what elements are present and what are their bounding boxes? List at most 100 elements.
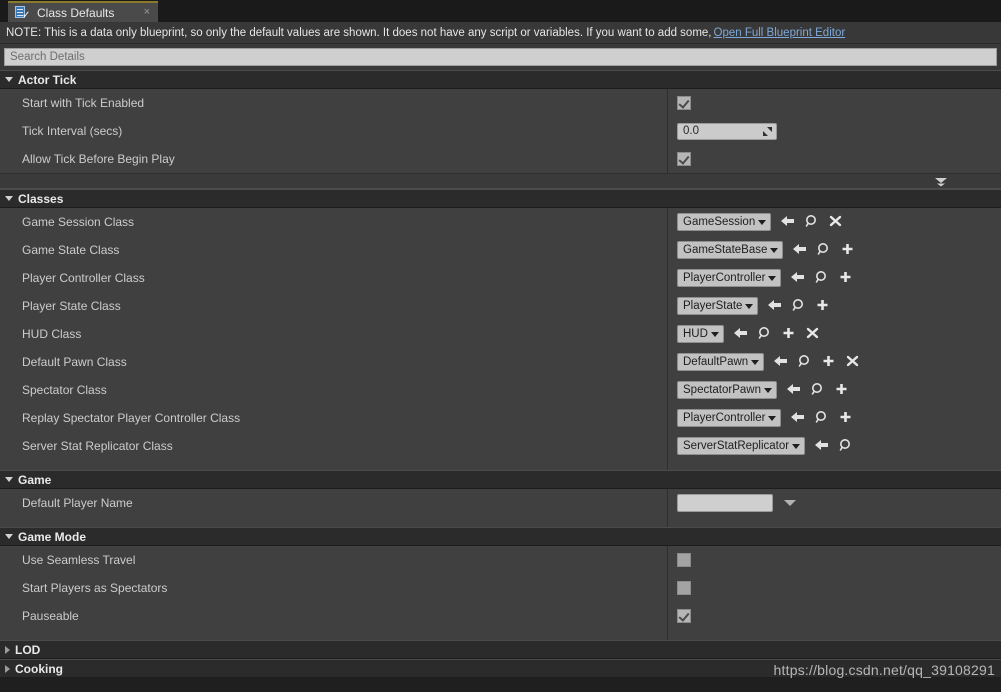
property-value: HUD bbox=[667, 320, 1001, 348]
property-label: Tick Interval (secs) bbox=[22, 124, 123, 138]
property-label: Game Session Class bbox=[22, 215, 135, 229]
section-rows-game-mode: Use Seamless Travel Start Players as Spe… bbox=[0, 546, 1001, 640]
new-icon[interactable] bbox=[781, 326, 796, 342]
player-controller-class-combobox[interactable]: PlayerController bbox=[677, 269, 782, 287]
property-value bbox=[667, 89, 1001, 117]
property-value bbox=[667, 145, 1001, 173]
property-label: Player State Class bbox=[22, 299, 121, 313]
property-label: Start Players as Spectators bbox=[22, 581, 168, 595]
browse-icon[interactable] bbox=[804, 214, 819, 230]
tick-interval-input[interactable]: 0.0 bbox=[677, 122, 777, 140]
section-header-game-mode[interactable]: Game Mode bbox=[0, 527, 1001, 546]
section-title: Game bbox=[18, 472, 52, 487]
hud-class-combobox[interactable]: HUD bbox=[677, 325, 724, 343]
chevron-down-icon bbox=[768, 415, 777, 421]
close-icon[interactable]: × bbox=[142, 7, 152, 18]
game-session-class-combobox[interactable]: GameSession bbox=[677, 213, 772, 231]
use-seamless-travel-checkbox[interactable] bbox=[677, 553, 691, 567]
new-icon[interactable] bbox=[838, 270, 853, 286]
new-icon[interactable] bbox=[815, 298, 830, 314]
property-row: Allow Tick Before Begin Play bbox=[0, 145, 1001, 173]
property-row: Default Player Name bbox=[0, 489, 1001, 517]
section-title: Classes bbox=[18, 191, 64, 206]
back-arrow-icon[interactable] bbox=[767, 298, 782, 314]
tick-interval-value: 0.0 bbox=[683, 125, 699, 137]
double-chevron-down-icon bbox=[934, 176, 948, 187]
new-icon[interactable] bbox=[838, 410, 853, 426]
browse-icon[interactable] bbox=[816, 242, 831, 258]
allow-tick-before-begin-play-checkbox[interactable] bbox=[677, 152, 691, 166]
back-arrow-icon[interactable] bbox=[786, 382, 801, 398]
chevron-down-icon bbox=[792, 443, 801, 449]
tab-class-defaults[interactable]: ✓ Class Defaults × bbox=[8, 1, 158, 22]
property-row: Player State Class PlayerState bbox=[0, 292, 1001, 320]
pauseable-checkbox[interactable] bbox=[677, 609, 691, 623]
browse-icon[interactable] bbox=[810, 382, 825, 398]
property-label: Replay Spectator Player Controller Class bbox=[22, 411, 241, 425]
clear-icon[interactable] bbox=[845, 354, 860, 370]
browse-icon[interactable] bbox=[791, 298, 806, 314]
search-details-input[interactable]: Search Details bbox=[4, 48, 997, 66]
clear-icon[interactable] bbox=[828, 214, 843, 230]
section-header-lod[interactable]: LOD bbox=[0, 640, 1001, 659]
property-label: Use Seamless Travel bbox=[22, 553, 136, 567]
back-arrow-icon[interactable] bbox=[790, 270, 805, 286]
browse-icon[interactable] bbox=[797, 354, 812, 370]
property-label: Default Pawn Class bbox=[22, 355, 127, 369]
default-player-name-input[interactable] bbox=[677, 494, 773, 512]
data-only-blueprint-note: NOTE: This is a data only blueprint, so … bbox=[0, 22, 1001, 44]
back-arrow-icon[interactable] bbox=[733, 326, 748, 342]
details-panel: Actor Tick Start with Tick Enabled Tick … bbox=[0, 70, 1001, 678]
default-pawn-class-combobox[interactable]: DefaultPawn bbox=[677, 353, 765, 371]
open-full-blueprint-editor-link[interactable]: Open Full Blueprint Editor bbox=[714, 27, 846, 39]
section-header-actor-tick[interactable]: Actor Tick bbox=[0, 70, 1001, 89]
property-row: Replay Spectator Player Controller Class… bbox=[0, 404, 1001, 432]
property-label: Server Stat Replicator Class bbox=[22, 439, 173, 453]
property-value: DefaultPawn bbox=[667, 348, 1001, 376]
browse-icon[interactable] bbox=[838, 438, 853, 454]
section-bottom-spacer bbox=[0, 460, 1001, 470]
combobox-value: GameStateBase bbox=[683, 244, 768, 256]
section-rows-actor-tick: Start with Tick Enabled Tick Interval (s… bbox=[0, 89, 1001, 173]
new-icon[interactable] bbox=[834, 382, 849, 398]
player-state-class-combobox[interactable]: PlayerState bbox=[677, 297, 759, 315]
property-row: Server Stat Replicator Class ServerStatR… bbox=[0, 432, 1001, 460]
property-label: Player Controller Class bbox=[22, 271, 145, 285]
game-state-class-combobox[interactable]: GameStateBase bbox=[677, 241, 784, 259]
start-with-tick-enabled-checkbox[interactable] bbox=[677, 96, 691, 110]
section-header-game[interactable]: Game bbox=[0, 470, 1001, 489]
browse-icon[interactable] bbox=[814, 270, 829, 286]
new-icon[interactable] bbox=[821, 354, 836, 370]
chevron-down-icon[interactable] bbox=[784, 500, 796, 506]
server-stat-replicator-class-combobox[interactable]: ServerStatReplicator bbox=[677, 437, 806, 455]
combobox-value: PlayerState bbox=[683, 300, 743, 312]
back-arrow-icon[interactable] bbox=[780, 214, 795, 230]
back-arrow-icon[interactable] bbox=[792, 242, 807, 258]
section-rows-classes: Game Session Class GameSession Game Stat… bbox=[0, 208, 1001, 470]
property-row: Start with Tick Enabled bbox=[0, 89, 1001, 117]
property-value: PlayerState bbox=[667, 292, 1001, 320]
property-label: Pauseable bbox=[22, 609, 79, 623]
section-header-classes[interactable]: Classes bbox=[0, 189, 1001, 208]
clear-icon[interactable] bbox=[805, 326, 820, 342]
show-advanced-actor-tick[interactable] bbox=[0, 173, 1001, 189]
back-arrow-icon[interactable] bbox=[773, 354, 788, 370]
back-arrow-icon[interactable] bbox=[790, 410, 805, 426]
back-arrow-icon[interactable] bbox=[814, 438, 829, 454]
section-title: Actor Tick bbox=[18, 72, 77, 87]
start-players-as-spectators-checkbox[interactable] bbox=[677, 581, 691, 595]
spectator-class-combobox[interactable]: SpectatorPawn bbox=[677, 381, 777, 399]
replay-spectator-player-controller-class-combobox[interactable]: PlayerController bbox=[677, 409, 782, 427]
property-value bbox=[667, 574, 1001, 602]
chevron-down-icon bbox=[768, 275, 777, 281]
property-value: SpectatorPawn bbox=[667, 376, 1001, 404]
property-row: Game Session Class GameSession bbox=[0, 208, 1001, 236]
spinner-icon[interactable] bbox=[763, 126, 772, 136]
chevron-right-icon bbox=[5, 645, 10, 654]
property-row: Player Controller Class PlayerController bbox=[0, 264, 1001, 292]
chevron-down-icon bbox=[5, 77, 13, 82]
browse-icon[interactable] bbox=[814, 410, 829, 426]
new-icon[interactable] bbox=[840, 242, 855, 258]
property-value: PlayerController bbox=[667, 264, 1001, 292]
browse-icon[interactable] bbox=[757, 326, 772, 342]
